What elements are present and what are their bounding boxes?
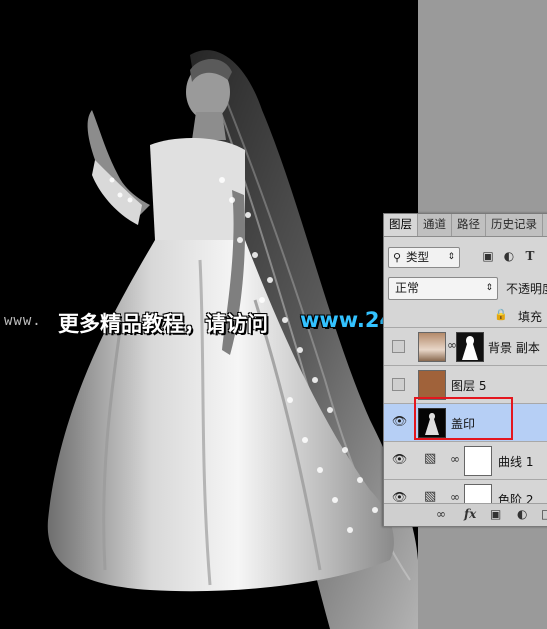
- layer-filter-row: ⚲ 类型 ⇕ ▣ ◐ T: [388, 247, 547, 268]
- layer-row[interactable]: 👁 ▧ ∞ 曲线 1: [384, 442, 547, 480]
- layer-row[interactable]: 👁 ▧ ∞ 色阶 2: [384, 480, 547, 505]
- layer-row[interactable]: ∞ 背景 副本: [384, 328, 547, 366]
- adjustment-filter-icon[interactable]: ◐: [501, 248, 517, 265]
- tab-layers[interactable]: 图层: [384, 214, 418, 236]
- tab-history[interactable]: 历史记录: [486, 214, 543, 236]
- levels-adjustment-icon: ▧: [424, 489, 437, 504]
- layer-thumbnail: [418, 370, 446, 400]
- filter-kind-value: 类型: [406, 250, 429, 264]
- layer-mask-thumbnail: [464, 484, 492, 504]
- layer-mask-thumbnail: [464, 446, 492, 476]
- highlight-annotation: [414, 397, 513, 440]
- link-chain-icon: ∞: [450, 490, 460, 504]
- panel-tabs: 图层 通道 路径 历史记录: [384, 214, 547, 237]
- layer-mask-thumbnail: [456, 332, 484, 362]
- layer-thumbnail: [418, 332, 446, 362]
- layers-panel: 图层 通道 路径 历史记录 ⚲ 类型 ⇕ ▣ ◐ T 正常 ⇕ 不透明度 🔒 填…: [383, 213, 547, 527]
- lock-row: 🔒 填充: [384, 305, 547, 328]
- opacity-label: 不透明度: [506, 282, 547, 296]
- panel-footer: ∞ fx ▣ ◐ □: [384, 503, 547, 526]
- watermark-chinese-text: 更多精品教程，请访问: [58, 312, 268, 336]
- watermark-small-text: www.: [4, 313, 42, 329]
- mask-silhouette-icon: [462, 336, 478, 360]
- blend-mode-value: 正常: [395, 281, 420, 295]
- fill-label: 填充: [518, 310, 543, 324]
- layer-name: 图层 5: [451, 379, 487, 393]
- filter-kind-select[interactable]: ⚲ 类型 ⇕: [388, 247, 460, 268]
- type-filter-icon[interactable]: T: [522, 248, 538, 265]
- tab-paths[interactable]: 路径: [452, 214, 486, 236]
- blend-mode-select[interactable]: 正常 ⇕: [388, 277, 498, 300]
- search-icon: ⚲: [393, 251, 402, 264]
- image-filter-icon[interactable]: ▣: [480, 248, 496, 265]
- lock-icon[interactable]: 🔒: [494, 308, 508, 321]
- eye-icon[interactable]: 👁: [392, 414, 407, 428]
- eye-icon[interactable]: 👁: [392, 490, 407, 504]
- link-layers-icon[interactable]: ∞: [436, 507, 446, 521]
- visibility-toggle[interactable]: [392, 378, 405, 391]
- eye-icon[interactable]: 👁: [392, 452, 407, 466]
- tab-channels[interactable]: 通道: [418, 214, 452, 236]
- updown-arrows-icon: ⇕: [447, 252, 455, 262]
- layer-name: 曲线 1: [498, 455, 534, 469]
- adjustment-layer-icon[interactable]: ◐: [517, 507, 527, 521]
- visibility-toggle[interactable]: [392, 340, 405, 353]
- new-group-icon[interactable]: □: [541, 507, 547, 521]
- add-mask-icon[interactable]: ▣: [490, 507, 501, 521]
- layer-name: 背景 副本: [488, 341, 540, 355]
- fx-icon[interactable]: fx: [464, 507, 476, 521]
- link-chain-icon: ∞: [450, 452, 460, 466]
- curves-adjustment-icon: ▧: [424, 451, 437, 466]
- updown-arrows-icon: ⇕: [485, 283, 493, 293]
